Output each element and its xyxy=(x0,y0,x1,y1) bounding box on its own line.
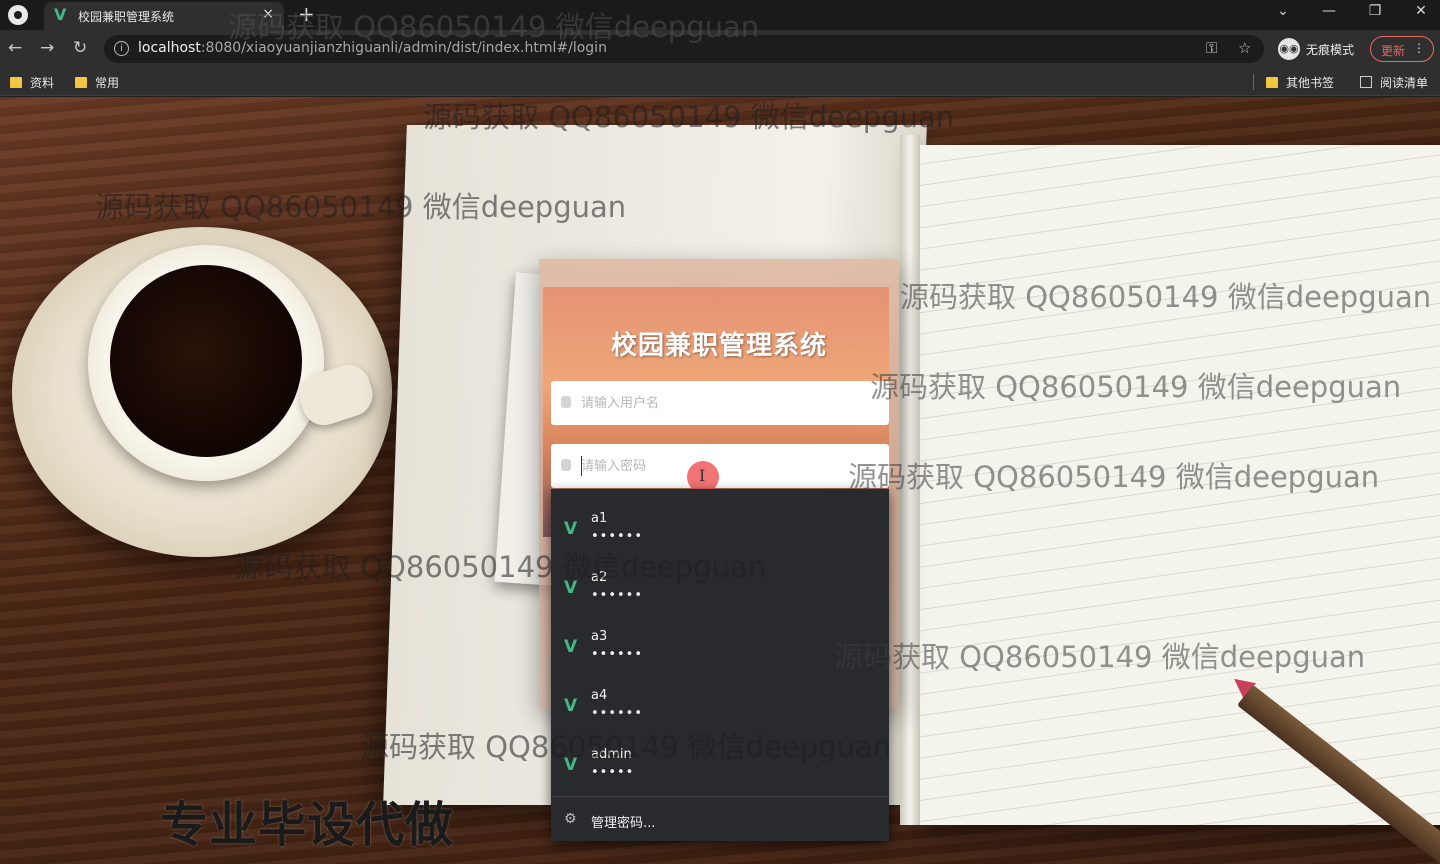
bookmark-label: 阅读清单 xyxy=(1380,76,1429,90)
autofill-suggestion[interactable]: V a3 •••••• xyxy=(551,617,889,676)
bookmark-folder-other[interactable]: 其他书签 xyxy=(1266,74,1334,92)
username-field[interactable] xyxy=(551,381,889,425)
suggestion-username: admin xyxy=(591,747,632,762)
suggestion-password: •••••• xyxy=(591,529,644,544)
manage-passwords-button[interactable]: ⚙ 管理密码... xyxy=(551,801,889,839)
bookmark-label: 常用 xyxy=(95,76,120,90)
user-icon xyxy=(561,396,571,408)
bookmark-star-icon[interactable]: ☆ xyxy=(1238,39,1251,57)
incognito-label: 无痕模式 xyxy=(1306,43,1355,57)
vue-logo-icon: V xyxy=(564,578,578,598)
incognito-indicator[interactable]: ◉◉ 无痕模式 xyxy=(1276,36,1366,62)
suggestion-username: a2 xyxy=(591,570,608,585)
folder-icon xyxy=(1266,77,1278,88)
forward-button[interactable]: → xyxy=(40,38,54,58)
manage-passwords-label: 管理密码... xyxy=(591,816,656,831)
site-info-icon[interactable]: i xyxy=(114,41,129,56)
dropdown-divider xyxy=(551,796,889,797)
vue-logo-icon: V xyxy=(564,755,578,775)
username-input[interactable] xyxy=(581,381,881,425)
vue-logo-icon: V xyxy=(564,696,578,716)
login-page: 校园兼职管理系统 V a1 •••••• V a2 •••••• V a3 ••… xyxy=(0,97,1440,864)
update-button[interactable]: 更新 ⋮ xyxy=(1370,36,1434,62)
gear-icon: ⚙ xyxy=(564,811,577,827)
autofill-suggestion[interactable]: V a2 •••••• xyxy=(551,558,889,617)
update-label: 更新 xyxy=(1381,44,1406,58)
vue-logo-icon: V xyxy=(564,519,578,539)
tab-search-chevron-icon[interactable]: ⌄ xyxy=(1268,3,1298,19)
vue-logo-icon: V xyxy=(564,637,578,657)
vue-favicon-icon: V xyxy=(54,5,67,24)
lock-icon xyxy=(561,459,571,471)
reload-button[interactable]: ↻ xyxy=(73,38,87,58)
tab-bar: V 校园兼职管理系统 × + ⌄ — ❐ ✕ xyxy=(0,0,1440,30)
autofill-suggestion[interactable]: V a4 •••••• xyxy=(551,676,889,735)
url-bar[interactable]: i localhost:8080/xiaoyuanjianzhiguanli/a… xyxy=(104,35,1264,63)
suggestion-username: a1 xyxy=(591,511,608,526)
bookmark-separator xyxy=(1253,74,1254,90)
promo-text: 专业毕设代做 xyxy=(160,797,455,853)
bookmark-label: 其他书签 xyxy=(1286,76,1335,90)
autofill-dropdown: V a1 •••••• V a2 •••••• V a3 •••••• V a4… xyxy=(551,489,889,841)
menu-dots-icon[interactable]: ⋮ xyxy=(1413,41,1425,55)
key-icon[interactable]: ⚿ xyxy=(1206,39,1217,57)
browser-logo-icon xyxy=(8,5,28,25)
autofill-suggestion[interactable]: V a1 •••••• xyxy=(551,499,889,558)
new-tab-button[interactable]: + xyxy=(298,2,315,26)
book-spine xyxy=(900,135,920,825)
minimize-button[interactable]: — xyxy=(1314,3,1344,19)
password-input[interactable] xyxy=(581,444,881,488)
close-window-button[interactable]: ✕ xyxy=(1406,3,1436,19)
tab-title: 校园兼职管理系统 xyxy=(78,10,175,24)
coffee-image xyxy=(110,265,302,457)
folder-icon xyxy=(10,77,22,88)
reading-list-button[interactable]: 阅读清单 xyxy=(1360,74,1428,92)
browser-tab[interactable]: V 校园兼职管理系统 × xyxy=(44,2,284,30)
bookmark-folder-changyong[interactable]: 常用 xyxy=(75,74,119,92)
tab-close-icon[interactable]: × xyxy=(262,6,274,22)
url-path: :8080/xiaoyuanjianzhiguanli/admin/dist/i… xyxy=(200,40,607,56)
incognito-icon: ◉◉ xyxy=(1278,38,1300,60)
bookmarks-bar: 资料 常用 其他书签 阅读清单 xyxy=(0,68,1440,96)
reader-icon xyxy=(1360,76,1372,88)
folder-icon xyxy=(75,77,87,88)
suggestion-password: •••••• xyxy=(591,706,644,721)
text-caret xyxy=(581,456,582,476)
book-right-page xyxy=(910,145,1440,825)
suggestion-username: a4 xyxy=(591,688,608,703)
address-toolbar: ← → ↻ i localhost:8080/xiaoyuanjianzhigu… xyxy=(0,30,1440,68)
restore-button[interactable]: ❐ xyxy=(1360,3,1390,19)
autofill-suggestion[interactable]: V admin ••••• xyxy=(551,735,889,794)
suggestion-password: •••••• xyxy=(591,647,644,662)
url-text[interactable]: localhost:8080/xiaoyuanjianzhiguanli/adm… xyxy=(138,40,607,56)
suggestion-username: a3 xyxy=(591,629,608,644)
login-title: 校园兼职管理系统 xyxy=(610,331,827,361)
bookmark-folder-ziliao[interactable]: 资料 xyxy=(10,74,54,92)
suggestion-password: •••••• xyxy=(591,588,644,603)
password-field[interactable] xyxy=(551,444,889,488)
bookmark-label: 资料 xyxy=(30,76,55,90)
url-host: localhost xyxy=(138,40,201,56)
suggestion-password: ••••• xyxy=(591,765,635,780)
back-button[interactable]: ← xyxy=(8,38,22,58)
